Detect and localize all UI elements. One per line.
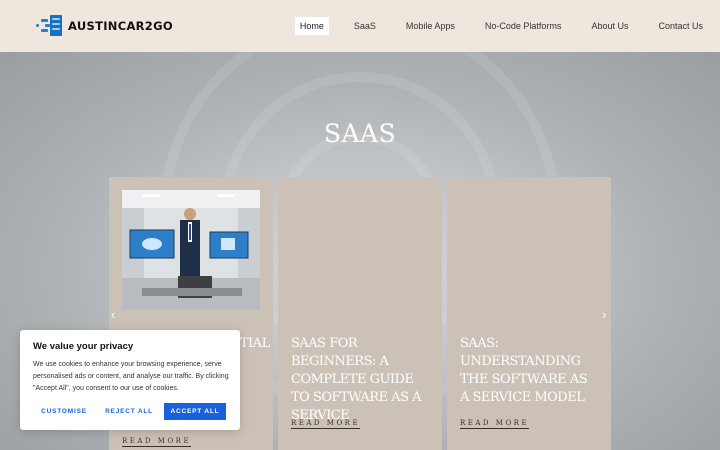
post-title[interactable]: SAAS: UNDERSTANDING THE SOFTWARE AS A SE…	[460, 335, 595, 407]
nav-item-no-code-platforms[interactable]: No-Code Platforms	[480, 17, 567, 35]
chevron-left-icon[interactable]: ‹	[111, 307, 115, 322]
customise-button[interactable]: CUSTOMISE	[33, 403, 95, 420]
logo-icon	[36, 15, 66, 37]
nav-item-about-us[interactable]: About Us	[586, 17, 633, 35]
post-card[interactable]: SAAS FOR BEGINNERS: A COMPLETE GUIDE TO …	[278, 177, 442, 450]
chevron-right-icon[interactable]: ›	[602, 307, 606, 322]
page-title: SAAS	[323, 119, 397, 148]
reject-all-button[interactable]: REJECT ALL	[98, 403, 160, 420]
cookie-consent-banner: We value your privacy We use cookies to …	[20, 330, 240, 430]
read-more-link[interactable]: READ MORE	[122, 437, 192, 447]
post-image[interactable]	[122, 190, 260, 310]
site-logo[interactable]: AUSTINCAR2GO	[36, 15, 173, 37]
read-more-link[interactable]: READ MORE	[291, 419, 361, 429]
cookie-description: We use cookies to enhance your browsing …	[33, 361, 229, 392]
businessman-office-image	[122, 190, 260, 310]
post-title[interactable]: SAAS FOR BEGINNERS: A COMPLETE GUIDE TO …	[291, 335, 431, 425]
site-header: AUSTINCAR2GO Home SaaS Mobile Apps No-Co…	[0, 0, 720, 52]
nav-item-home[interactable]: Home	[294, 17, 329, 35]
nav-item-contact-us[interactable]: Contact Us	[653, 17, 708, 35]
nav-item-mobile-apps[interactable]: Mobile Apps	[401, 17, 460, 35]
read-more-link[interactable]: READ MORE	[460, 419, 530, 429]
post-card[interactable]: SAAS: UNDERSTANDING THE SOFTWARE AS A SE…	[447, 177, 611, 450]
main-nav: Home SaaS Mobile Apps No-Code Platforms …	[275, 17, 708, 35]
cookie-title: We value your privacy	[33, 341, 134, 352]
nav-item-saas[interactable]: SaaS	[349, 17, 381, 35]
accept-all-button[interactable]: ACCEPT ALL	[164, 403, 226, 420]
logo-text: AUSTINCAR2GO	[68, 19, 173, 33]
